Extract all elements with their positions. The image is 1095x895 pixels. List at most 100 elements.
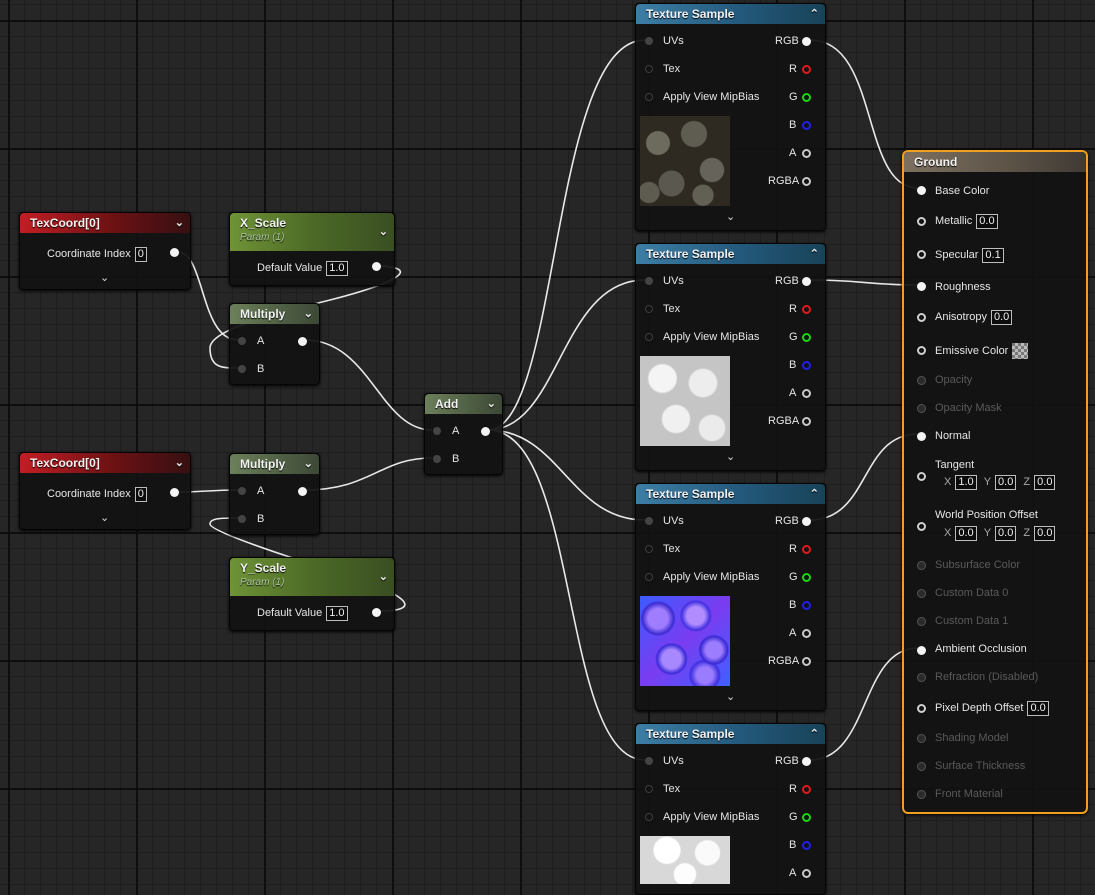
opacity-mask-input-pin[interactable] <box>917 404 926 413</box>
input-pin-a[interactable] <box>238 487 246 495</box>
r-output-pin[interactable] <box>802 305 811 314</box>
rgb-output-pin[interactable] <box>802 517 811 526</box>
chevron-up-icon[interactable]: ⌃ <box>810 484 819 504</box>
subsurface-color-input-pin[interactable] <box>917 561 926 570</box>
specular-input-pin[interactable] <box>917 250 926 259</box>
mipbias-input-pin[interactable] <box>645 573 653 581</box>
input-pin-b[interactable] <box>433 455 441 463</box>
g-output-pin[interactable] <box>802 813 811 822</box>
output-pin[interactable] <box>298 487 307 496</box>
metallic-input-pin[interactable] <box>917 217 926 226</box>
output-pin[interactable] <box>481 427 490 436</box>
uvs-input-pin[interactable] <box>645 517 653 525</box>
default-value-input[interactable]: 1.0 <box>326 606 348 621</box>
node-header[interactable]: Ground <box>904 152 1086 172</box>
default-value-input[interactable]: 1.0 <box>326 261 348 276</box>
chevron-up-icon[interactable]: ⌃ <box>810 4 819 24</box>
chevron-up-icon[interactable]: ⌃ <box>810 724 819 744</box>
texcoord-node-2[interactable]: TexCoord[0] ⌄ Coordinate Index 0 ⌄ <box>19 452 191 530</box>
chevron-down-icon[interactable]: ⌄ <box>175 213 184 233</box>
tex-input-pin[interactable] <box>645 785 653 793</box>
a-output-pin[interactable] <box>802 869 811 878</box>
wpo-y-input[interactable]: 0.0 <box>995 526 1017 541</box>
texcoord-node-1[interactable]: TexCoord[0] ⌄ Coordinate Index 0 ⌄ <box>19 212 191 290</box>
ambient-occlusion-input-pin[interactable] <box>917 646 926 655</box>
x-scale-param-node[interactable]: X_Scale Param (1) ⌄ Default Value 1.0 <box>229 212 395 286</box>
rgba-output-pin[interactable] <box>802 657 811 666</box>
chevron-down-icon[interactable]: ⌄ <box>379 567 388 587</box>
custom-data-1-input-pin[interactable] <box>917 617 926 626</box>
tex-input-pin[interactable] <box>645 305 653 313</box>
custom-data-0-input-pin[interactable] <box>917 589 926 598</box>
node-header[interactable]: Texture Sample ⌃ <box>636 484 825 504</box>
mipbias-input-pin[interactable] <box>645 333 653 341</box>
a-output-pin[interactable] <box>802 389 811 398</box>
r-output-pin[interactable] <box>802 545 811 554</box>
chevron-down-icon[interactable]: ⌄ <box>379 222 388 242</box>
output-pin[interactable] <box>170 248 179 257</box>
coordinate-index-input[interactable]: 0 <box>134 247 147 262</box>
rgba-output-pin[interactable] <box>802 417 811 426</box>
uvs-input-pin[interactable] <box>645 277 653 285</box>
specular-input[interactable]: 0.1 <box>982 248 1004 263</box>
tangent-z-input[interactable]: 0.0 <box>1034 475 1056 490</box>
chevron-down-icon[interactable]: ⌄ <box>726 210 735 223</box>
anisotropy-input[interactable]: 0.0 <box>990 310 1013 325</box>
front-material-input-pin[interactable] <box>917 790 926 799</box>
input-pin-b[interactable] <box>238 515 246 523</box>
mipbias-input-pin[interactable] <box>645 813 653 821</box>
rgba-output-pin[interactable] <box>802 177 811 186</box>
node-header[interactable]: Texture Sample ⌃ <box>636 244 825 264</box>
r-output-pin[interactable] <box>802 785 811 794</box>
g-output-pin[interactable] <box>802 573 811 582</box>
base-color-input-pin[interactable] <box>917 186 926 195</box>
refraction-input-pin[interactable] <box>917 673 926 682</box>
opacity-input-pin[interactable] <box>917 376 926 385</box>
color-swatch-icon[interactable] <box>1012 343 1029 359</box>
r-output-pin[interactable] <box>802 65 811 74</box>
tangent-y-input[interactable]: 0.0 <box>995 475 1017 490</box>
output-pin[interactable] <box>372 262 381 271</box>
shading-model-input-pin[interactable] <box>917 734 926 743</box>
a-output-pin[interactable] <box>802 149 811 158</box>
anisotropy-input-pin[interactable] <box>917 313 926 322</box>
rgb-output-pin[interactable] <box>802 37 811 46</box>
y-scale-param-node[interactable]: Y_Scale Param (1) ⌄ Default Value 1.0 <box>229 557 395 631</box>
b-output-pin[interactable] <box>802 121 811 130</box>
node-header[interactable]: Multiply ⌄ <box>230 454 319 474</box>
chevron-down-icon[interactable]: ⌄ <box>175 453 184 473</box>
output-pin[interactable] <box>372 608 381 617</box>
a-output-pin[interactable] <box>802 629 811 638</box>
tex-input-pin[interactable] <box>645 65 653 73</box>
add-node[interactable]: Add ⌄ A B <box>424 393 503 475</box>
chevron-down-icon[interactable]: ⌄ <box>726 690 735 703</box>
pixel-depth-offset-input[interactable]: 0.0 <box>1027 701 1049 716</box>
chevron-up-icon[interactable]: ⌃ <box>810 244 819 264</box>
chevron-down-icon[interactable]: ⌄ <box>726 450 735 463</box>
b-output-pin[interactable] <box>802 841 811 850</box>
rgb-output-pin[interactable] <box>802 277 811 286</box>
normal-input-pin[interactable] <box>917 432 926 441</box>
mipbias-input-pin[interactable] <box>645 93 653 101</box>
emissive-color-input-pin[interactable] <box>917 346 926 355</box>
texture-sample-node-4[interactable]: Texture Sample ⌃ UVs Tex Apply View MipB… <box>635 723 826 895</box>
g-output-pin[interactable] <box>802 93 811 102</box>
world-position-offset-input-pin[interactable] <box>917 522 926 531</box>
node-header[interactable]: Y_Scale Param (1) ⌄ <box>230 558 394 596</box>
tangent-input-pin[interactable] <box>917 472 926 481</box>
rgb-output-pin[interactable] <box>802 757 811 766</box>
chevron-down-icon[interactable]: ⌄ <box>304 304 313 324</box>
input-pin-a[interactable] <box>433 427 441 435</box>
tangent-x-input[interactable]: 1.0 <box>955 475 977 490</box>
b-output-pin[interactable] <box>802 601 811 610</box>
chevron-down-icon[interactable]: ⌄ <box>487 394 496 414</box>
texture-sample-node-1[interactable]: Texture Sample ⌃ UVs Tex Apply View MipB… <box>635 3 826 231</box>
node-header[interactable]: TexCoord[0] ⌄ <box>20 453 190 473</box>
input-pin-a[interactable] <box>238 337 246 345</box>
material-result-node[interactable]: Ground Base Color Metallic 0.0 Specular 0.… <box>902 150 1088 814</box>
tex-input-pin[interactable] <box>645 545 653 553</box>
uvs-input-pin[interactable] <box>645 37 653 45</box>
roughness-input-pin[interactable] <box>917 282 926 291</box>
multiply-node-2[interactable]: Multiply ⌄ A B <box>229 453 320 535</box>
multiply-node-1[interactable]: Multiply ⌄ A B <box>229 303 320 385</box>
